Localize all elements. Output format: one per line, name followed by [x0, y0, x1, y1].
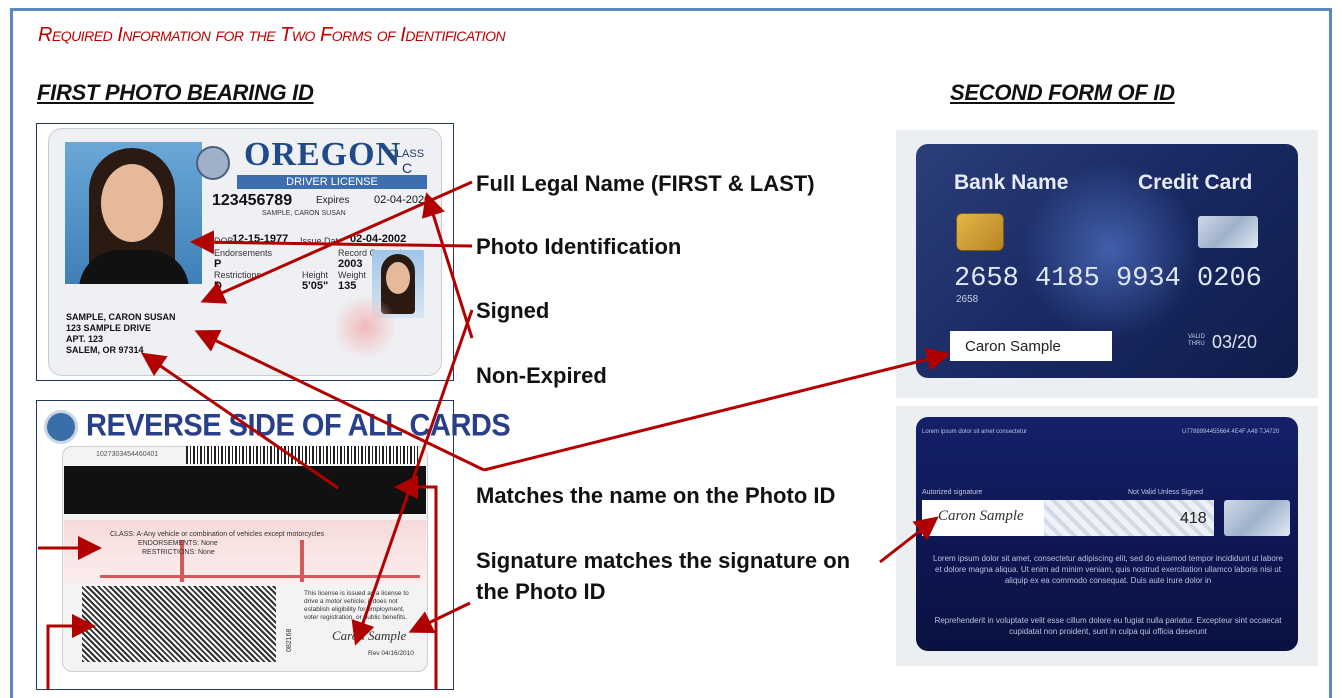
arrow-card-signature: [879, 516, 939, 564]
arrow-photo: [190, 230, 473, 255]
arrow-stripe: [394, 475, 438, 690]
arrow-non-expired: [421, 192, 474, 339]
arrow-address: [141, 352, 339, 490]
arrow-card-name: [483, 347, 951, 472]
arrow-signature: [408, 601, 471, 633]
arrow-left-bottom: [46, 614, 96, 690]
arrow-signed: [351, 309, 474, 646]
annotation-arrows: [38, 180, 951, 690]
arrow-full-name: [200, 180, 473, 304]
